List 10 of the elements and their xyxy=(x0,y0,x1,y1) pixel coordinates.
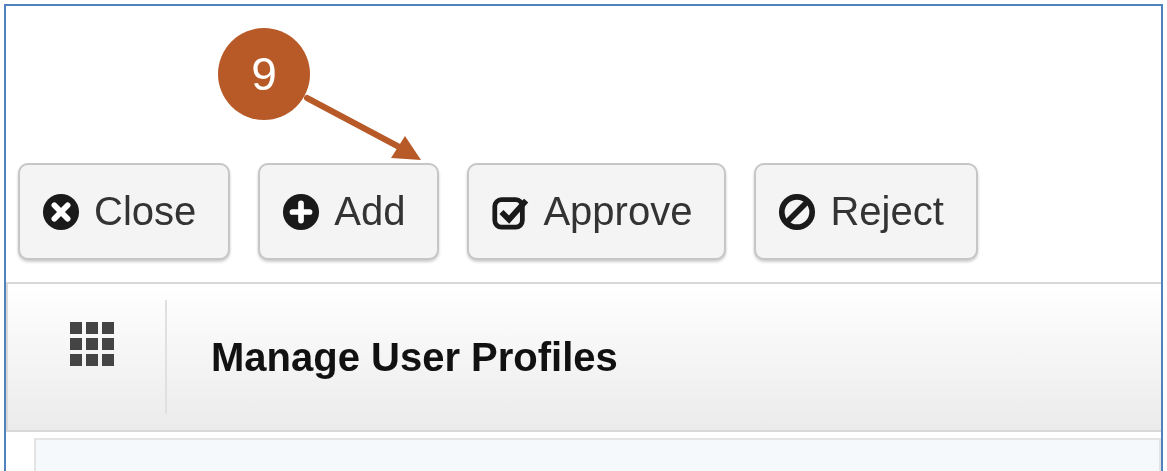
step-number-badge: 9 xyxy=(218,28,310,120)
prohibited-icon xyxy=(778,192,817,231)
close-icon xyxy=(42,192,80,231)
approve-button[interactable]: Approve xyxy=(467,163,727,260)
plus-icon xyxy=(282,192,321,231)
add-button[interactable]: Add xyxy=(258,163,440,260)
close-button[interactable]: Close xyxy=(18,163,231,260)
page-title: Manage User Profiles xyxy=(211,334,618,380)
reject-button[interactable]: Reject xyxy=(754,163,978,260)
grid-menu-icon[interactable] xyxy=(70,322,115,367)
